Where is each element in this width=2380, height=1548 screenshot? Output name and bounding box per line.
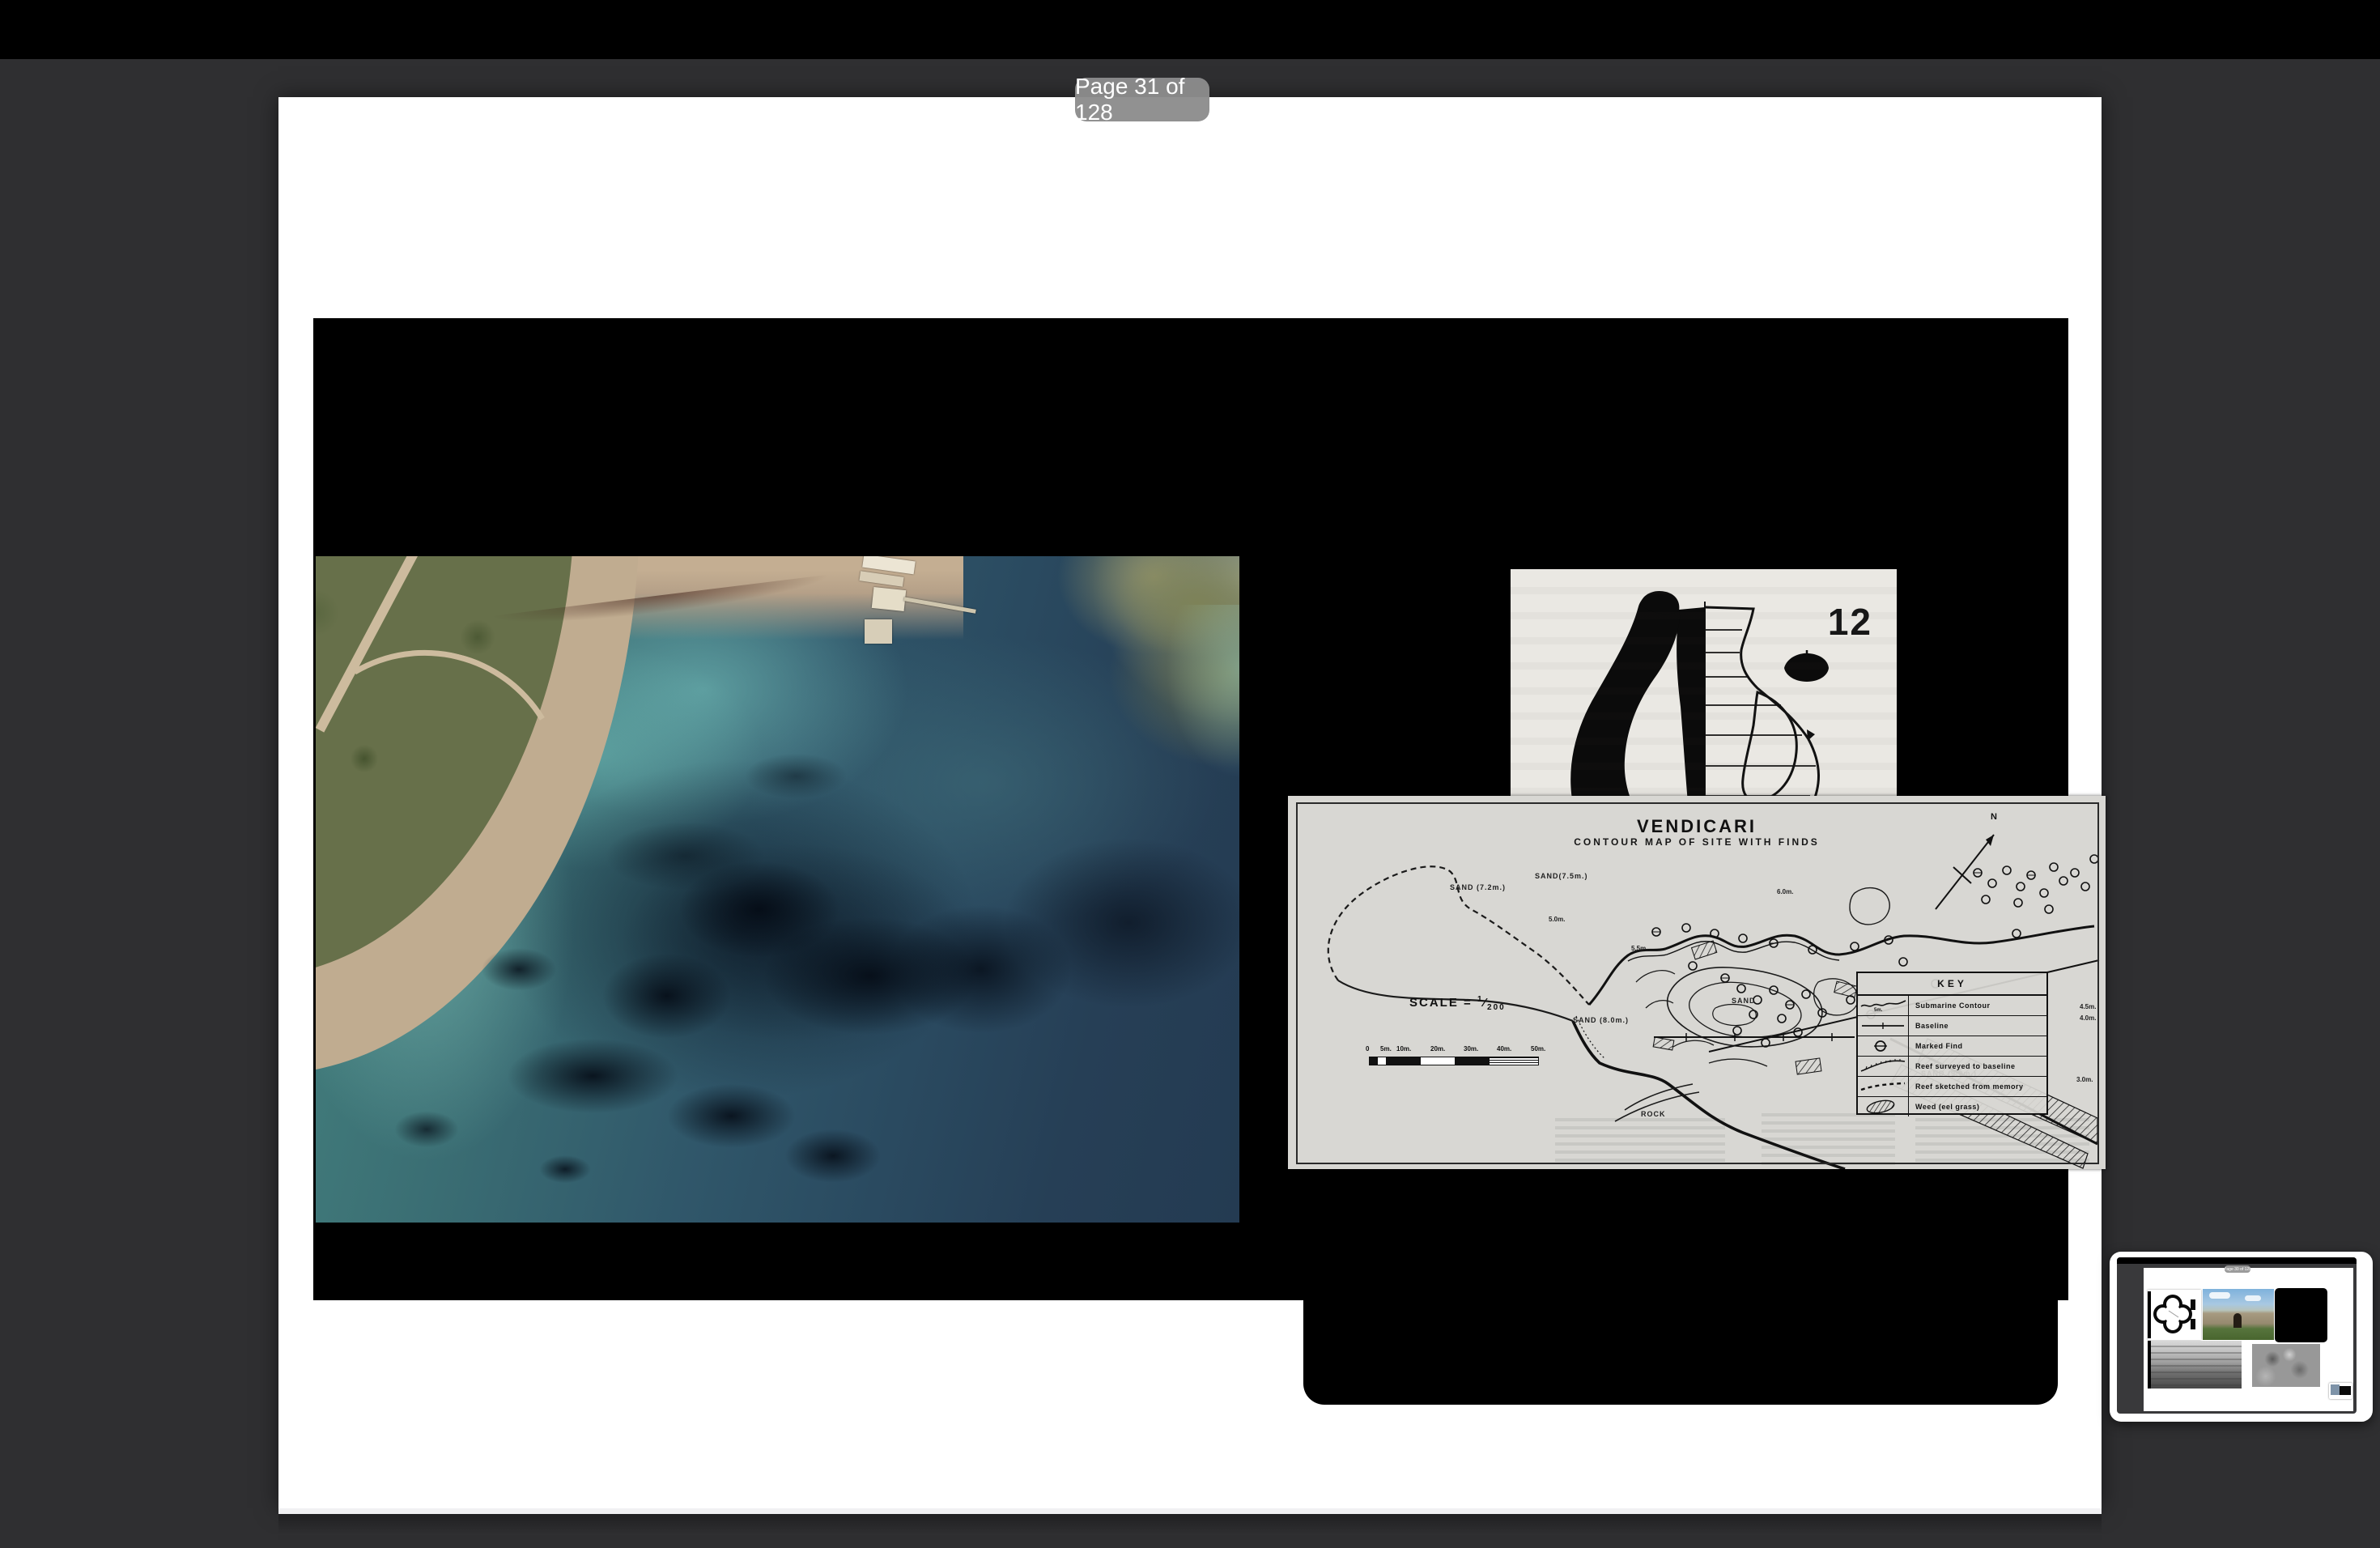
pip-nested-image-right <box>2340 1386 2351 1395</box>
marked-find-icon <box>1858 1036 1909 1056</box>
aerial-photo-vendicari-bay <box>316 556 1239 1223</box>
pip-photo-cloud <box>2245 1295 2261 1301</box>
key-row-reef-memory: Reef sketched from memory <box>1858 1077 2046 1097</box>
pip-mini-screen: Page 30 of 128 <box>2117 1257 2357 1414</box>
pip-building-photo <box>2203 1289 2274 1340</box>
scale-bar-ticks: 0 5m. 10m. 20m. 30m. 40m. 50m. <box>1366 1045 1552 1055</box>
paper-showthrough-text <box>1762 1113 1895 1165</box>
key-row-reef-surveyed: Reef surveyed to baseline <box>1858 1057 2046 1077</box>
map-depth-50: 5.0m. <box>1549 916 1565 923</box>
page-gap-strip <box>278 1508 2102 1514</box>
map-title: VENDICARI <box>1288 816 2106 837</box>
svg-text:5m.: 5m. <box>1874 1008 1883 1013</box>
pip-mini-page-pill: Page 30 of 128 <box>2225 1265 2250 1273</box>
pip-thumbnail[interactable]: Page 30 of 128 <box>2110 1252 2373 1422</box>
pip-grayscale-marsh-photo <box>2148 1341 2242 1389</box>
key-row-marked-find: Marked Find <box>1858 1036 2046 1057</box>
pip-quatrefoil-plan <box>2148 1290 2201 1340</box>
reef-surveyed-icon <box>1858 1057 1909 1076</box>
pip-black-box <box>2275 1288 2327 1342</box>
desktop: 12 <box>0 0 2380 1548</box>
pip-nested-thumbnail <box>2329 1383 2352 1399</box>
map-scale-text: SCALE = 1⁄200 <box>1409 995 1506 1012</box>
pip-mini-topbar <box>2117 1257 2357 1264</box>
page-indicator-text: Page 31 of 128 <box>1075 74 1209 125</box>
map-label-sand75: SAND(7.5m.) <box>1535 872 1588 880</box>
pip-nested-image-left <box>2331 1384 2340 1395</box>
reef-memory-icon <box>1858 1077 1909 1096</box>
map-depth-60: 6.0m. <box>1777 888 1793 895</box>
north-label: N <box>1991 812 1997 822</box>
map-label-sand72: SAND (7.2m.) <box>1450 883 1506 891</box>
key-header: KEY <box>1858 973 2046 996</box>
paper-showthrough-text <box>1555 1118 1725 1165</box>
map-depth-40: 4.0m. <box>2080 1014 2096 1022</box>
next-page-shadow <box>278 1514 2102 1535</box>
baseline-icon <box>1858 1016 1909 1036</box>
submarine-contour-icon: 5m. <box>1858 996 1909 1015</box>
figure-plate-black-panel: 12 <box>313 318 2068 1300</box>
document-page: 12 <box>278 97 2102 1508</box>
map-figure-panel: VENDICARI CONTOUR MAP OF SITE WITH FINDS… <box>1288 796 2106 1169</box>
pip-plan-black-sliver <box>2148 1291 2151 1338</box>
page-indicator-pill: Page 31 of 128 <box>1075 78 1209 121</box>
map-key-box: KEY 5m. Submarine Contour Baseline <box>1856 972 2048 1115</box>
map-subtitle: CONTOUR MAP OF SITE WITH FINDS <box>1288 836 2106 848</box>
pip-gray1-black-sliver <box>2148 1341 2151 1389</box>
quatrefoil-plan-icon <box>2148 1290 2201 1340</box>
pip-mini-page: Page 30 of 128 <box>2144 1268 2353 1411</box>
map-label-rock: ROCK <box>1641 1110 1666 1118</box>
map-depth-45: 4.5m. <box>2080 1003 2096 1010</box>
scale-bar <box>1369 1057 1539 1065</box>
pip-photo-cloud <box>2209 1292 2230 1299</box>
map-depth-55: 5.5m. <box>1631 945 1647 952</box>
map-depth-30: 3.0m. <box>2076 1076 2093 1083</box>
figure-number: 12 <box>1828 600 1872 644</box>
key-row-baseline: Baseline <box>1858 1016 2046 1036</box>
photo-seaweed-patches <box>316 556 1239 1223</box>
pip-grayscale-aerial-photo <box>2252 1344 2320 1387</box>
map-label-sand: SAND <box>1732 997 1756 1005</box>
pip-photo-door <box>2233 1313 2242 1328</box>
paper-showthrough-text <box>1915 1118 2089 1165</box>
top-bar <box>0 0 2380 59</box>
map-label-sand80: SAND (8.0m.) <box>1573 1016 1629 1024</box>
key-row-submarine-contour: 5m. Submarine Contour <box>1858 996 2046 1016</box>
